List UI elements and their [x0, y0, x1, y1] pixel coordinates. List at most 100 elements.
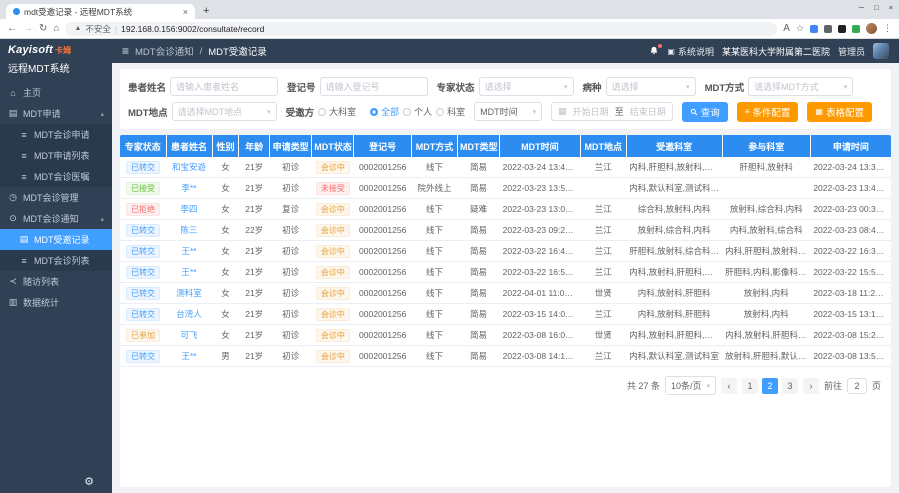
record-table: 专家状态患者姓名性别年龄申请类型MDT状态登记号MDT方式MDT类型MDT时间M…: [120, 135, 891, 367]
expert-status-select[interactable]: 请选择 ▾: [479, 77, 574, 96]
sidebar-item[interactable]: ≺随访列表: [0, 271, 112, 292]
address-bar[interactable]: ▲ 不安全 | 192.168.0.156:9002/consultate/re…: [65, 22, 777, 36]
system-note-link[interactable]: ▣ 系统说明: [667, 45, 714, 58]
mdt-place-cell: 兰江: [580, 304, 626, 325]
column-header: 登记号: [354, 135, 412, 157]
sidebar-subitem[interactable]: ≡MDT会诊列表: [0, 250, 112, 271]
record-table-card: 专家状态患者姓名性别年龄申请类型MDT状态登记号MDT方式MDT类型MDT时间M…: [120, 135, 891, 487]
forward-button[interactable]: →: [23, 23, 33, 34]
extension-icon[interactable]: [852, 25, 860, 33]
translate-icon[interactable]: A: [783, 23, 790, 34]
patient-name-link[interactable]: 李四: [181, 204, 198, 214]
bookmark-star-icon[interactable]: ☆: [796, 23, 804, 34]
radio-dept[interactable]: 科室: [436, 105, 465, 118]
mdt-mode-label: MDT方式: [705, 80, 745, 94]
chevron-down-icon: ▾: [564, 83, 568, 91]
mdt-time-cell: 2022-03-23 13:50:00: [500, 178, 581, 199]
app-logo: Kayisoft 卡姆: [0, 39, 112, 57]
address-separator: |: [115, 24, 117, 34]
search-button[interactable]: 查询: [682, 102, 728, 122]
page-button[interactable]: 2: [762, 378, 778, 394]
gender-cell: 女: [212, 262, 239, 283]
browser-tab-strip: mdt受邀记录 - 远程MDT系统 × + ─ □ ×: [0, 0, 899, 19]
extension-icon[interactable]: [810, 25, 818, 33]
prev-page-button[interactable]: ‹: [721, 378, 737, 394]
mdt-mode-select[interactable]: 请选择MDT方式 ▾: [748, 77, 853, 96]
sidebar-item[interactable]: ⌂主页: [0, 82, 112, 103]
browser-tab[interactable]: mdt受邀记录 - 远程MDT系统 ×: [6, 4, 195, 19]
mdt-mode-cell: 线下: [411, 346, 457, 367]
back-button[interactable]: ←: [7, 23, 17, 34]
sidebar-item[interactable]: ▥数据统计: [0, 292, 112, 313]
extension-icon[interactable]: [838, 25, 846, 33]
mdt-place-select[interactable]: 请选择MDT地点 ▾: [172, 102, 277, 121]
patient-name-link[interactable]: 李**: [181, 183, 196, 193]
patient-name-input[interactable]: [170, 77, 278, 96]
follow-icon: ≺: [8, 276, 18, 287]
next-page-button[interactable]: ›: [803, 378, 819, 394]
browser-profile-avatar[interactable]: [866, 23, 877, 34]
bell-icon[interactable]: [649, 46, 659, 56]
patient-name-link[interactable]: 和宝安遊: [172, 162, 206, 172]
home-button[interactable]: ⌂: [53, 23, 59, 34]
user-avatar[interactable]: [873, 43, 889, 59]
new-tab-button[interactable]: +: [203, 5, 209, 17]
patient-name-link[interactable]: 台湾人: [176, 309, 202, 319]
chart-icon: ▥: [8, 297, 18, 308]
sidebar-item[interactable]: ⊙MDT会诊通知▴: [0, 208, 112, 229]
expert-status-tag: 已拒绝: [126, 203, 160, 216]
hamburger-icon[interactable]: ≡: [122, 44, 129, 58]
sidebar-subitem[interactable]: ≡MDT会诊医嘱: [0, 166, 112, 187]
reg-no-input[interactable]: [320, 77, 428, 96]
mdt-mode-field: MDT方式 请选择MDT方式 ▾: [705, 77, 854, 96]
radio-all[interactable]: 全部: [370, 105, 399, 118]
condition-config-button[interactable]: ≡ 条件配置: [737, 102, 799, 122]
page-button[interactable]: 1: [742, 378, 758, 394]
page-button[interactable]: 3: [782, 378, 798, 394]
reg-no-label: 登记号: [287, 80, 316, 94]
expert-status-field: 专家状态 请选择 ▾: [437, 77, 574, 96]
table-config-button[interactable]: ▦ 表格配置: [807, 102, 872, 122]
apply-type-cell: 复诊: [270, 199, 312, 220]
maximize-button[interactable]: □: [874, 3, 879, 12]
tab-close-icon[interactable]: ×: [183, 7, 188, 17]
chevron-icon: ▴: [100, 110, 104, 118]
browser-menu-icon[interactable]: ⋮: [883, 23, 892, 34]
radio-personal[interactable]: 个人: [403, 105, 432, 118]
page-size-select[interactable]: 10条/页 ▾: [665, 376, 716, 395]
close-button[interactable]: ×: [889, 3, 893, 12]
mdt-mode-cell: 线下: [411, 262, 457, 283]
minimize-button[interactable]: ─: [859, 3, 864, 12]
patient-name-link[interactable]: 王**: [181, 351, 196, 361]
radio-dept-group[interactable]: 大科室: [318, 105, 356, 118]
gear-icon[interactable]: ⚙: [84, 475, 94, 488]
extension-icon[interactable]: [824, 25, 832, 33]
patient-name-link[interactable]: 王**: [181, 267, 196, 277]
main-panel: ≡ MDT会诊通知 / MDT受邀记录 ▣ 系统说明 某某医科大学附属第二医院 …: [112, 39, 899, 493]
sidebar-item[interactable]: ▤MDT申请▴: [0, 103, 112, 124]
security-warning-label: 不安全: [85, 23, 111, 35]
patient-name-link[interactable]: 陈三: [181, 225, 198, 235]
sidebar-subitem[interactable]: ▤MDT受邀记录: [0, 229, 112, 250]
column-header: 专家状态: [120, 135, 166, 157]
patient-name-link[interactable]: 王**: [181, 246, 196, 256]
mdt-date-range-picker[interactable]: ▦ 开始日期 至 结束日期: [551, 102, 673, 121]
mdt-place-cell: 世贤: [580, 283, 626, 304]
sidebar-subitem[interactable]: ≡MDT会诊申请: [0, 124, 112, 145]
mdt-place-field: MDT地点 请选择MDT地点 ▾: [128, 102, 277, 121]
mdt-time-select[interactable]: MDT时间 ▾: [474, 102, 542, 121]
column-header: 参与科室: [722, 135, 810, 157]
sidebar-item[interactable]: ◷MDT会诊管理: [0, 187, 112, 208]
mdt-mode-cell: 线下: [411, 157, 457, 178]
gender-cell: 女: [212, 325, 239, 346]
goto-page-input[interactable]: [847, 378, 867, 394]
gender-cell: 女: [212, 304, 239, 325]
column-header: MDT类型: [457, 135, 499, 157]
reload-button[interactable]: ↻: [39, 23, 47, 34]
expert-status-tag: 已参加: [126, 329, 160, 342]
sidebar-subitem[interactable]: ≡MDT申请列表: [0, 145, 112, 166]
patient-name-link[interactable]: 可飞: [181, 330, 198, 340]
patient-name-link[interactable]: 测科室: [176, 288, 202, 298]
disease-select[interactable]: 请选择 ▾: [606, 77, 696, 96]
invited-depts-cell: 放射科,综合科,内科: [626, 220, 722, 241]
